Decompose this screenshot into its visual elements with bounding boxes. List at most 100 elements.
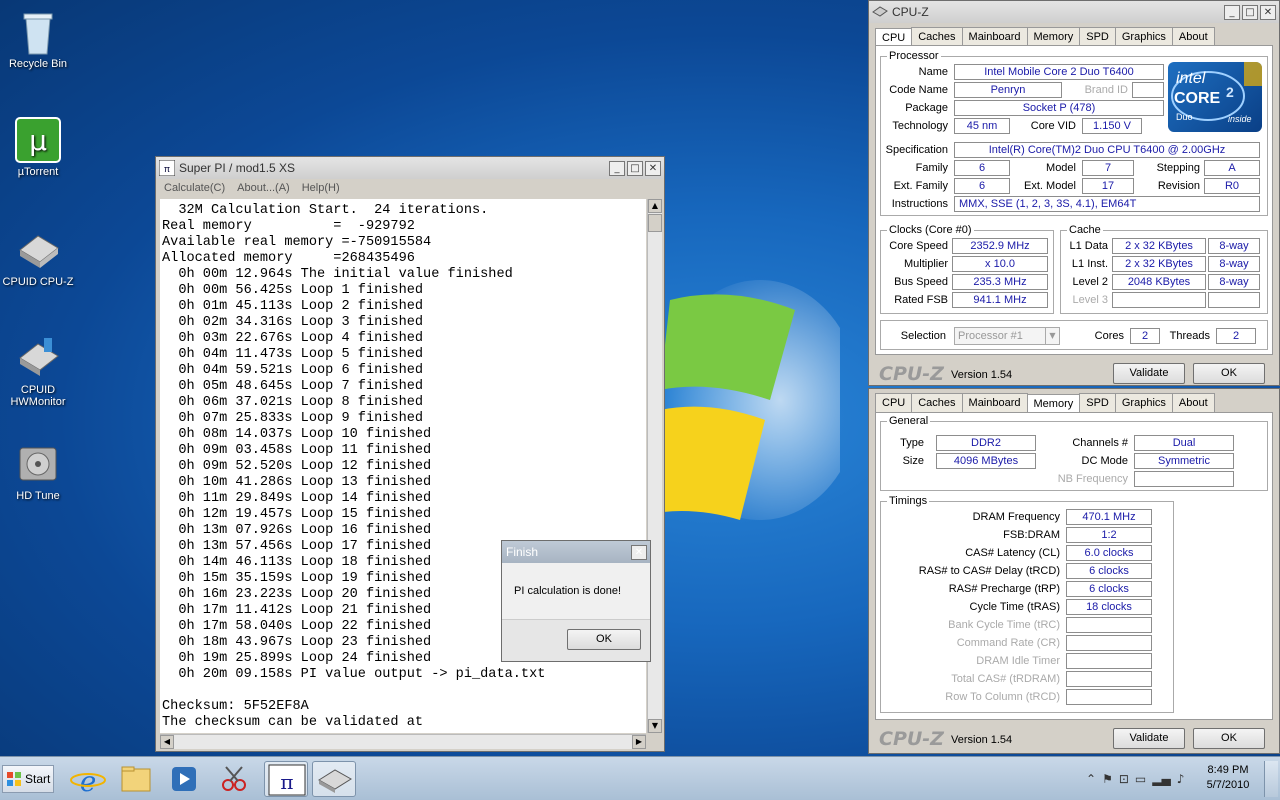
network-signal-icon[interactable]: ▂▄ bbox=[1152, 772, 1170, 786]
cpuz-cpu-window[interactable]: CPU-Z _ □ ✕ CPU Caches Mainboard Memory … bbox=[868, 0, 1280, 386]
desktop-icon-hdtune[interactable]: HD Tune bbox=[0, 440, 76, 502]
menu-calculate[interactable]: Calculate(C) bbox=[164, 182, 225, 194]
scroll-left-arrow[interactable]: ◀ bbox=[160, 735, 174, 749]
model-value: 7 bbox=[1082, 160, 1134, 176]
finish-title: Finish bbox=[506, 545, 539, 559]
taskbar-cpuz[interactable] bbox=[312, 761, 356, 797]
chevron-up-icon[interactable]: ⌃ bbox=[1086, 772, 1096, 786]
level2-value: 2048 KBytes bbox=[1112, 274, 1206, 290]
tab-caches[interactable]: Caches bbox=[911, 27, 963, 46]
hwmonitor-icon bbox=[14, 334, 62, 382]
start-button[interactable]: Start bbox=[2, 765, 54, 793]
menu-help[interactable]: Help(H) bbox=[302, 182, 340, 194]
desktop-icon-cpuz[interactable]: CPUID CPU-Z bbox=[0, 226, 76, 288]
selection-dropdown[interactable]: Processor #1 ▼ bbox=[954, 327, 1060, 345]
finish-dialog[interactable]: Finish ✕ PI calculation is done! OK bbox=[501, 540, 651, 662]
output-line: Available real memory =-750915584 bbox=[162, 235, 432, 250]
internet-explorer-icon: e bbox=[70, 765, 106, 798]
close-button[interactable]: ✕ bbox=[1260, 4, 1276, 20]
desktop-icon-label: µTorrent bbox=[17, 166, 59, 178]
svg-text:π: π bbox=[164, 164, 170, 174]
timing-label: CAS# Latency (CL) bbox=[965, 547, 1060, 559]
tab-spd[interactable]: SPD bbox=[1079, 393, 1116, 412]
tab-mainboard[interactable]: Mainboard bbox=[961, 393, 1028, 412]
output-line: 0h 12m 19.457s Loop 15 finished bbox=[162, 507, 432, 522]
system-tray: ⌃ ⚑ ⊡ ▭ ▂▄ ♪ bbox=[1086, 769, 1196, 789]
tab-memory[interactable]: Memory bbox=[1026, 394, 1081, 413]
clock-time: 8:49 PM bbox=[1207, 764, 1249, 776]
scroll-down-arrow[interactable]: ▼ bbox=[648, 719, 662, 733]
clock[interactable]: 8:49 PM 5/7/2010 bbox=[1200, 763, 1256, 793]
cpuz-memory-window[interactable]: CPU Caches Mainboard Memory SPD Graphics… bbox=[868, 388, 1280, 754]
desktop-icon-utorrent[interactable]: µ µTorrent bbox=[0, 116, 76, 178]
corespeed-value: 2352.9 MHz bbox=[952, 238, 1048, 254]
ok-button[interactable]: OK bbox=[1193, 728, 1265, 749]
corespeed-label: Core Speed bbox=[889, 240, 948, 252]
output-line: 0h 09m 52.520s Loop 12 finished bbox=[162, 459, 432, 474]
tab-about[interactable]: About bbox=[1171, 393, 1215, 412]
desktop-icon-label: HD Tune bbox=[16, 490, 60, 502]
validate-button[interactable]: Validate bbox=[1113, 363, 1185, 384]
scroll-right-arrow[interactable]: ▶ bbox=[632, 735, 646, 749]
cpuz-titlebar[interactable]: CPU-Z _ □ ✕ bbox=[869, 1, 1279, 23]
volume-icon[interactable]: ♪ bbox=[1177, 772, 1185, 786]
output-line: 0h 02m 34.316s Loop 3 finished bbox=[162, 315, 424, 330]
media-player-icon bbox=[172, 767, 196, 791]
corevid-label: Core VID bbox=[1030, 120, 1076, 132]
desktop-icon-recycle-bin[interactable]: Recycle Bin bbox=[0, 8, 76, 70]
tab-cpu[interactable]: CPU bbox=[875, 393, 913, 412]
tab-mainboard[interactable]: Mainboard bbox=[961, 27, 1028, 46]
power-icon[interactable]: ▭ bbox=[1135, 772, 1146, 786]
maximize-button[interactable]: □ bbox=[1242, 4, 1258, 20]
tab-spd[interactable]: SPD bbox=[1079, 27, 1116, 46]
minimize-button[interactable]: _ bbox=[1224, 4, 1240, 20]
nbfreq-label: NB Frequency bbox=[1057, 473, 1128, 485]
desktop-icon-label: CPUID HWMonitor bbox=[10, 384, 66, 408]
ok-button[interactable]: OK bbox=[1193, 363, 1265, 384]
maximize-button[interactable]: □ bbox=[627, 160, 643, 176]
codename-label: Code Name bbox=[889, 84, 948, 96]
finish-ok-button[interactable]: OK bbox=[567, 629, 641, 650]
horizontal-scrollbar[interactable]: ◀ ▶ bbox=[160, 734, 646, 749]
cpuz-brand: CPU-Z bbox=[879, 728, 944, 750]
taskbar-internet-explorer[interactable]: e bbox=[66, 761, 110, 798]
output-line: 0h 04m 59.521s Loop 6 finished bbox=[162, 363, 424, 378]
superpi-menubar: Calculate(C) About...(A) Help(H) bbox=[156, 179, 664, 197]
extfamily-value: 6 bbox=[954, 178, 1010, 194]
taskbar-superpi[interactable]: π bbox=[264, 761, 308, 797]
close-button[interactable]: ✕ bbox=[645, 160, 661, 176]
taskbar-explorer[interactable] bbox=[114, 761, 158, 797]
taskbar-snipping-tool[interactable] bbox=[212, 761, 256, 797]
minimize-button[interactable]: _ bbox=[609, 160, 625, 176]
finish-close-button[interactable]: ✕ bbox=[631, 544, 647, 560]
output-line: 0h 11m 29.849s Loop 14 finished bbox=[162, 491, 432, 506]
tab-memory[interactable]: Memory bbox=[1026, 27, 1081, 46]
tab-graphics[interactable]: Graphics bbox=[1114, 393, 1173, 412]
timing-value: 6 clocks bbox=[1066, 581, 1152, 597]
hdtune-icon bbox=[14, 440, 62, 488]
show-desktop-button[interactable] bbox=[1264, 761, 1278, 797]
tab-graphics[interactable]: Graphics bbox=[1114, 27, 1173, 46]
utorrent-icon: µ bbox=[14, 116, 62, 164]
level3-value bbox=[1112, 292, 1206, 308]
scroll-thumb[interactable] bbox=[648, 214, 662, 232]
superpi-titlebar[interactable]: π Super PI / mod1.5 XS _ □ ✕ bbox=[156, 157, 664, 179]
desktop-icon-hwmonitor[interactable]: CPUID HWMonitor bbox=[0, 334, 76, 408]
level2-label: Level 2 bbox=[1072, 276, 1108, 288]
tab-caches[interactable]: Caches bbox=[911, 393, 963, 412]
tab-about[interactable]: About bbox=[1171, 27, 1215, 46]
busspeed-label: Bus Speed bbox=[894, 276, 948, 288]
flag-icon[interactable]: ⚑ bbox=[1102, 772, 1113, 786]
stepping-label: Stepping bbox=[1156, 162, 1200, 174]
taskbar-media-player[interactable] bbox=[162, 761, 206, 797]
dcmode-value: Symmetric bbox=[1134, 453, 1234, 469]
superpi-window[interactable]: π Super PI / mod1.5 XS _ □ ✕ Calculate(C… bbox=[155, 156, 665, 752]
timing-label: Command Rate (CR) bbox=[956, 637, 1060, 649]
validate-button[interactable]: Validate bbox=[1113, 728, 1185, 749]
output-line: 0h 07m 25.833s Loop 9 finished bbox=[162, 411, 424, 426]
finish-titlebar[interactable]: Finish ✕ bbox=[502, 541, 650, 563]
device-icon[interactable]: ⊡ bbox=[1119, 772, 1129, 786]
menu-about[interactable]: About...(A) bbox=[237, 182, 290, 194]
technology-label: Technology bbox=[892, 120, 948, 132]
scroll-up-arrow[interactable]: ▲ bbox=[648, 199, 662, 213]
